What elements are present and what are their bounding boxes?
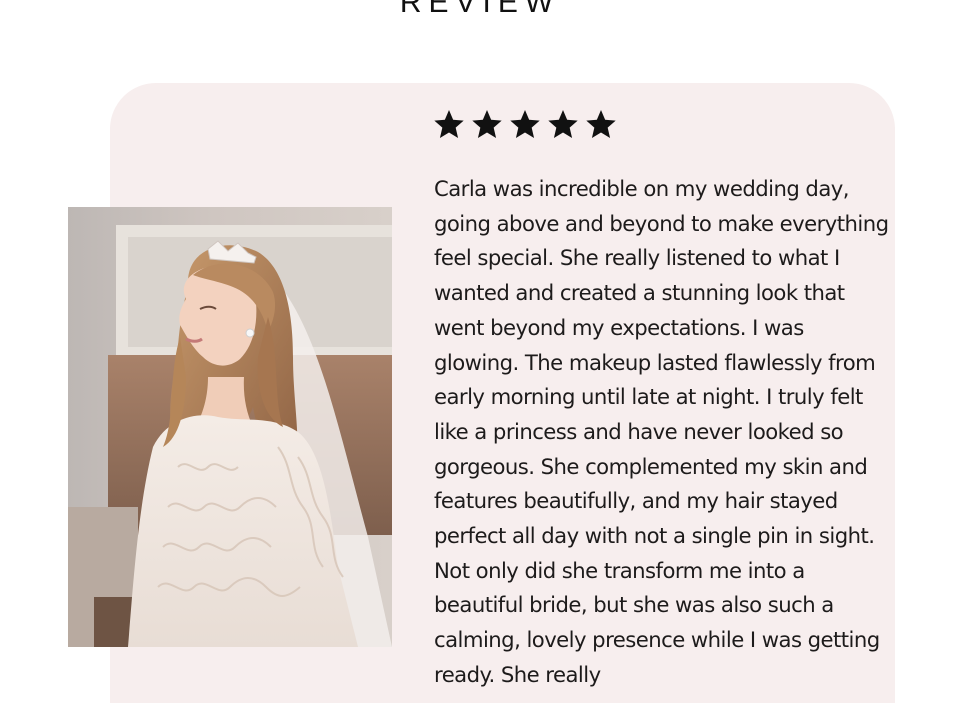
star-icon	[434, 110, 464, 138]
review-text: Carla was incredible on my wedding day, …	[434, 172, 890, 693]
star-icon	[548, 110, 578, 138]
section-heading: REVIEW	[399, 0, 561, 19]
bride-photo	[68, 207, 392, 647]
star-icon	[510, 110, 540, 138]
star-rating	[433, 108, 617, 140]
star-icon	[586, 110, 616, 138]
review-paragraph: Carla was incredible on my wedding day, …	[434, 176, 889, 549]
star-icon	[472, 110, 502, 138]
review-paragraph: Not only did she transform me into a bea…	[434, 557, 880, 687]
bride-illustration	[68, 207, 392, 647]
